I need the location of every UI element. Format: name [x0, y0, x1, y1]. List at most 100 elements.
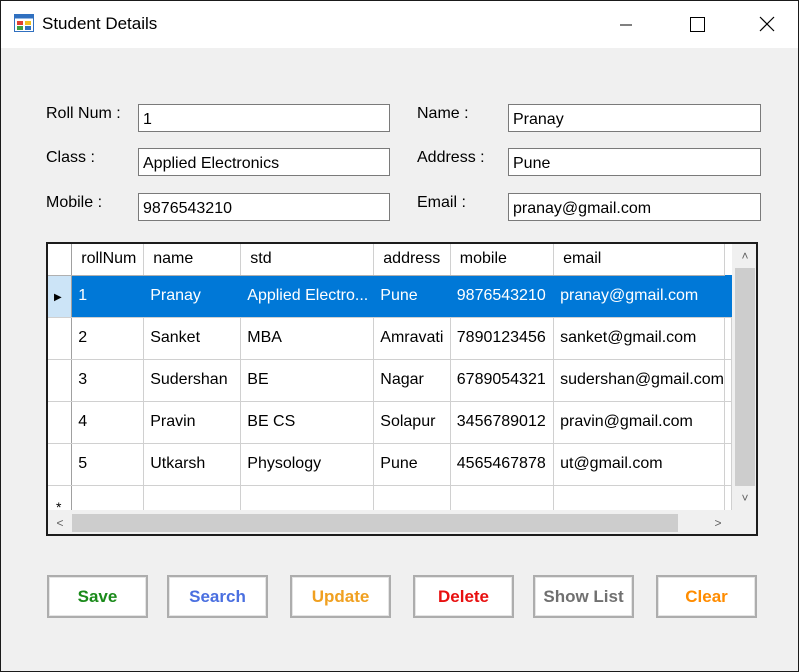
table-cell-std[interactable]: BE CS	[240, 401, 375, 444]
table-cell-empty[interactable]	[724, 485, 732, 510]
scrollbar-corner	[734, 512, 756, 534]
table-row[interactable]: 4 Pravin BE CS Solapur 3456789012 pravin@gmai…	[48, 401, 732, 444]
table-cell-std[interactable]: MBA	[240, 317, 375, 360]
table-cell-email[interactable]: pravin@gmail.com	[553, 401, 725, 444]
table-cell-std[interactable]: Physology	[240, 443, 375, 486]
window-title: Student Details	[42, 14, 158, 33]
row-header[interactable]	[48, 401, 73, 444]
scroll-left-icon[interactable]: ˂	[50, 513, 70, 533]
row-header[interactable]	[48, 359, 73, 402]
table-cell-empty[interactable]	[143, 485, 242, 510]
table-cell-filler	[724, 443, 732, 486]
column-header-rollnum[interactable]: rollNum	[71, 244, 145, 276]
table-cell-mobile[interactable]: 9876543210	[450, 275, 555, 318]
table-cell-name[interactable]: Pranay	[143, 275, 242, 318]
column-header-mobile[interactable]: mobile	[450, 244, 555, 276]
scroll-down-icon[interactable]: ˅	[735, 488, 755, 508]
table-cell-address[interactable]: Pune	[373, 443, 451, 486]
student-data-grid[interactable]: rollNum name std address mobile email ▶ 1…	[46, 242, 758, 536]
class-label: Class :	[46, 149, 95, 166]
roll-num-input[interactable]	[138, 104, 390, 132]
table-cell-empty[interactable]	[240, 485, 375, 510]
table-row[interactable]: 5 Utkarsh Physology Pune 4565467878 ut@gmail.…	[48, 443, 732, 486]
maximize-button[interactable]	[661, 1, 731, 48]
table-cell-mobile[interactable]: 6789054321	[450, 359, 555, 402]
student-details-window: Student Details Roll Num : Class : Mobil…	[0, 0, 799, 672]
table-cell-address[interactable]: Pune	[373, 275, 451, 318]
horizontal-scroll-thumb[interactable]	[72, 514, 678, 532]
table-cell-empty[interactable]	[373, 485, 451, 510]
table-cell-address[interactable]: Solapur	[373, 401, 451, 444]
address-label: Address :	[417, 149, 485, 166]
table-cell-empty[interactable]	[450, 485, 555, 510]
scroll-up-icon[interactable]: ˄	[735, 246, 755, 266]
close-button[interactable]	[729, 1, 799, 48]
save-button[interactable]: Save	[47, 575, 148, 618]
email-input[interactable]	[508, 193, 761, 221]
minimize-button[interactable]	[591, 1, 661, 48]
table-cell-empty[interactable]	[71, 485, 145, 510]
name-input[interactable]	[508, 104, 761, 132]
table-cell-email[interactable]: sanket@gmail.com	[553, 317, 725, 360]
row-header-corner[interactable]	[48, 244, 73, 276]
student-table: rollNum name std address mobile email ▶ 1…	[48, 244, 732, 510]
delete-button[interactable]: Delete	[413, 575, 514, 618]
current-row-arrow-icon: ▶	[54, 292, 62, 303]
new-row[interactable]: *	[48, 485, 732, 510]
grid-body: ▶ 1 Pranay Applied Electro... Pune 9876543210…	[48, 275, 732, 510]
table-cell-empty[interactable]	[553, 485, 725, 510]
column-header-email[interactable]: email	[553, 244, 725, 276]
row-header[interactable]: *	[48, 485, 73, 510]
clear-button[interactable]: Clear	[656, 575, 757, 618]
table-cell-std[interactable]: Applied Electro...	[240, 275, 375, 318]
search-button[interactable]: Search	[167, 575, 268, 618]
name-label: Name :	[417, 105, 469, 122]
table-cell-mobile[interactable]: 7890123456	[450, 317, 555, 360]
column-header-address[interactable]: address	[373, 244, 451, 276]
column-header-name[interactable]: name	[143, 244, 242, 276]
table-cell-filler	[724, 317, 732, 360]
close-icon	[759, 16, 775, 32]
table-cell-mobile[interactable]: 4565467878	[450, 443, 555, 486]
address-input[interactable]	[508, 148, 761, 176]
maximize-icon	[690, 17, 705, 32]
table-cell-address[interactable]: Nagar	[373, 359, 451, 402]
column-header-std[interactable]: std	[240, 244, 375, 276]
table-row[interactable]: 2 Sanket MBA Amravati 7890123456 sanket@gmail…	[48, 317, 732, 360]
table-cell-rollnum[interactable]: 1	[71, 275, 145, 318]
row-header[interactable]	[48, 317, 73, 360]
horizontal-scrollbar[interactable]: ˂ ˃	[48, 512, 732, 534]
table-cell-mobile[interactable]: 3456789012	[450, 401, 555, 444]
table-cell-email[interactable]: ut@gmail.com	[553, 443, 725, 486]
email-label: Email :	[417, 194, 466, 211]
table-cell-filler	[724, 359, 732, 402]
table-cell-email[interactable]: sudershan@gmail.com	[553, 359, 725, 402]
table-cell-rollnum[interactable]: 2	[71, 317, 145, 360]
table-row[interactable]: 3 Sudershan BE Nagar 6789054321 sudershan@gma…	[48, 359, 732, 402]
show-list-button[interactable]: Show List	[533, 575, 634, 618]
row-header[interactable]	[48, 443, 73, 486]
update-button[interactable]: Update	[290, 575, 391, 618]
table-cell-email[interactable]: pranay@gmail.com	[553, 275, 725, 318]
table-cell-std[interactable]: BE	[240, 359, 375, 402]
table-row[interactable]: ▶ 1 Pranay Applied Electro... Pune 9876543210…	[48, 275, 732, 318]
vertical-scroll-thumb[interactable]	[735, 268, 755, 486]
table-cell-name[interactable]: Sanket	[143, 317, 242, 360]
mobile-input[interactable]	[138, 193, 390, 221]
class-input[interactable]	[138, 148, 390, 176]
vertical-scrollbar[interactable]: ˄ ˅	[734, 244, 756, 510]
mobile-label: Mobile :	[46, 194, 103, 211]
form-app-icon	[14, 14, 34, 32]
table-cell-name[interactable]: Sudershan	[143, 359, 242, 402]
title-bar[interactable]: Student Details	[1, 1, 798, 48]
table-cell-rollnum[interactable]: 3	[71, 359, 145, 402]
table-cell-rollnum[interactable]: 5	[71, 443, 145, 486]
table-cell-address[interactable]: Amravati	[373, 317, 451, 360]
table-cell-filler	[724, 275, 732, 318]
table-cell-name[interactable]: Pravin	[143, 401, 242, 444]
scroll-right-icon[interactable]: ˃	[708, 513, 728, 533]
table-cell-rollnum[interactable]: 4	[71, 401, 145, 444]
grid-viewport: rollNum name std address mobile email ▶ 1…	[48, 244, 732, 510]
table-cell-name[interactable]: Utkarsh	[143, 443, 242, 486]
row-header[interactable]: ▶	[48, 275, 73, 318]
